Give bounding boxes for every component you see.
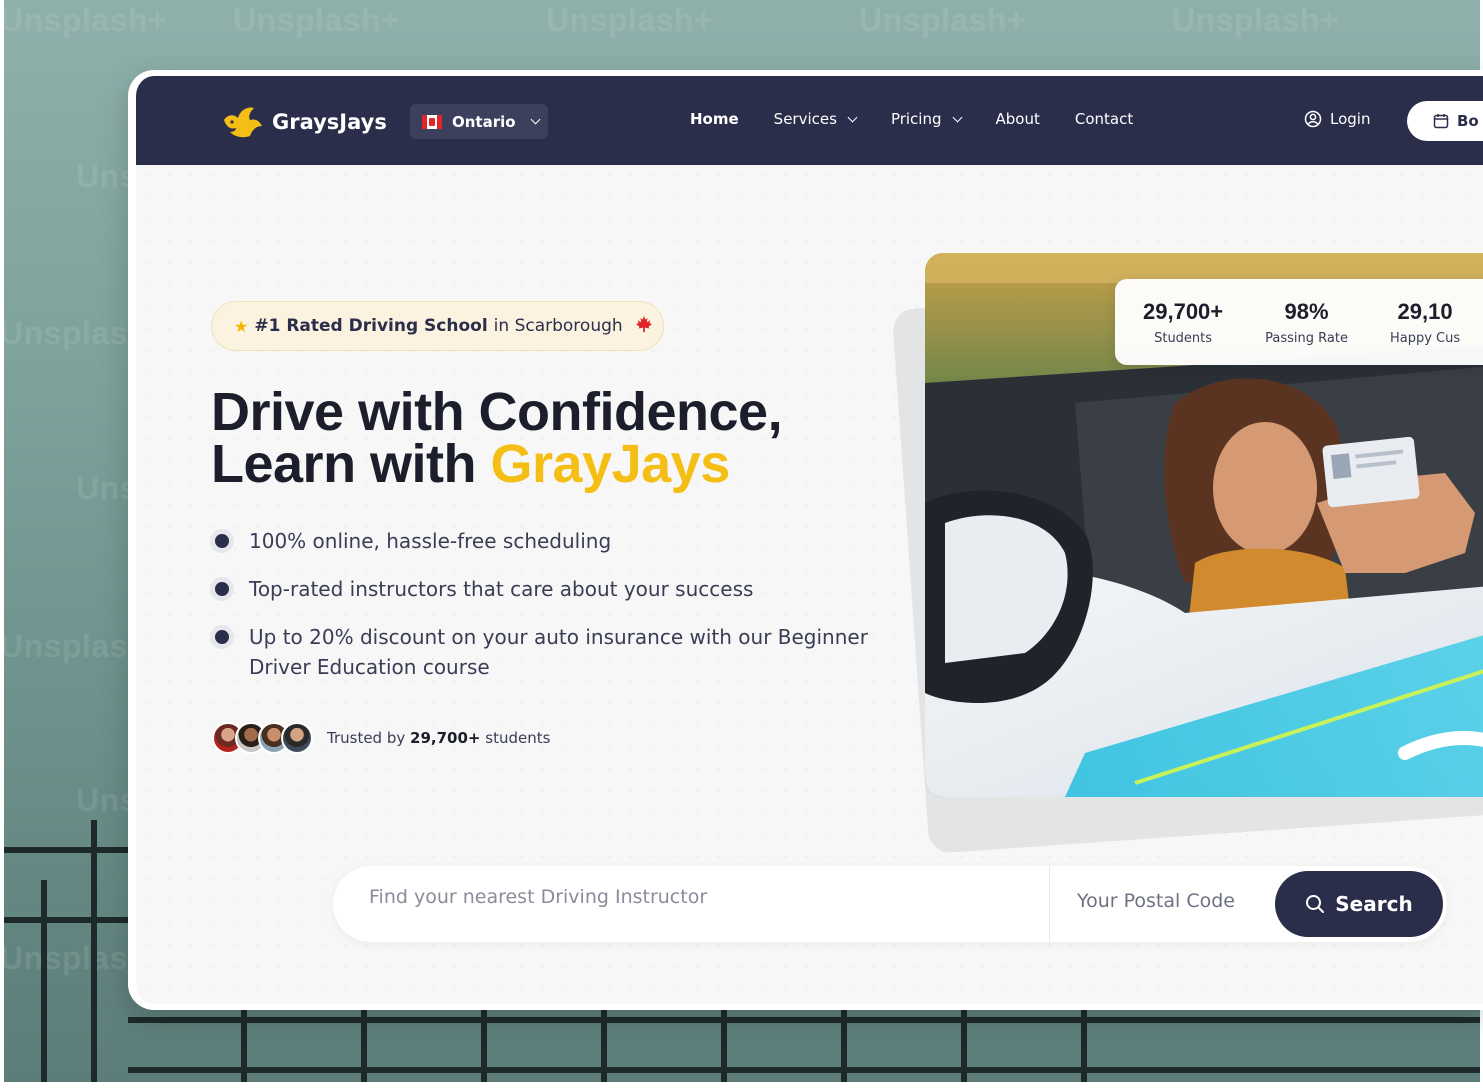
watermark-text: Unsplash+ — [1172, 2, 1340, 38]
stats-panel: 29,700+ Students 98% Passing Rate 29,10 … — [1115, 279, 1483, 365]
navbar: GraysJays Ontario Home Services Pricing … — [136, 76, 1483, 165]
stat-passing-rate: 98% Passing Rate — [1265, 299, 1348, 346]
trusted-count: 29,700+ — [410, 729, 481, 747]
trusted-by: Trusted by 29,700+ students — [212, 722, 550, 754]
stat-number: 29,700+ — [1143, 298, 1224, 324]
maple-leaf-icon — [635, 315, 653, 338]
book-button[interactable]: Bo — [1407, 101, 1483, 141]
nav-link-home[interactable]: Home — [690, 110, 739, 128]
region-dropdown[interactable]: Ontario — [410, 104, 548, 139]
trusted-prefix: Trusted by — [327, 729, 406, 747]
feature-item: Up to 20% discount on your auto insuranc… — [211, 622, 871, 682]
chevron-down-icon — [847, 112, 858, 122]
nav-link-label: Services — [773, 110, 837, 128]
stat-number: 29,10 — [1397, 298, 1453, 324]
logo-text: GraysJays — [272, 110, 387, 134]
watermark-text: Unsplash+ — [233, 2, 401, 38]
stat-label: Happy Cus — [1389, 330, 1461, 346]
nav-link-contact[interactable]: Contact — [1075, 110, 1133, 128]
hero-title: Drive with Confidence, Learn with GrayJa… — [211, 382, 783, 491]
stat-label: Students — [1154, 330, 1213, 346]
feature-list: 100% online, hassle-free scheduling Top-… — [211, 526, 871, 700]
search-icon — [1306, 895, 1325, 913]
search-button[interactable]: Search — [1275, 871, 1443, 937]
stat-happy-customers: 29,10 Happy Cus — [1390, 299, 1460, 346]
star-icon: ★ — [234, 316, 249, 336]
chevron-down-icon — [530, 114, 541, 125]
feature-item: Top-rated instructors that care about yo… — [211, 574, 871, 604]
rating-badge: ★ #1 Rated Driving School in Scarborough — [211, 301, 664, 351]
logo[interactable]: GraysJays — [220, 102, 387, 142]
badge-bold-text: #1 Rated Driving School — [254, 316, 488, 336]
search-divider — [1049, 866, 1050, 942]
stat-students: 29,700+ Students — [1143, 299, 1223, 346]
chevron-down-icon — [952, 112, 962, 122]
nav-link-label: Pricing — [890, 110, 942, 128]
stat-label: Passing Rate — [1265, 330, 1348, 346]
book-label: Bo — [1457, 112, 1479, 130]
hero-title-accent: GrayJays — [490, 434, 731, 494]
watermark-text: Unsplash+ — [4, 2, 168, 38]
postal-code-input[interactable]: Your Postal Code — [1077, 890, 1235, 912]
search-button-label: Search — [1335, 892, 1413, 916]
nav-links: Home Services Pricing About Contact — [690, 110, 1168, 128]
watermark-text: Unsplash+ — [859, 2, 1027, 38]
user-circle-icon — [1304, 110, 1322, 128]
trusted-suffix: students — [485, 729, 551, 747]
hero-title-prefix: Learn with — [211, 434, 491, 494]
hero-title-line2: Learn with GrayJays — [211, 437, 782, 491]
nav-link-pricing[interactable]: Pricing — [890, 110, 962, 128]
nav-link-services[interactable]: Services — [773, 110, 858, 128]
instructor-search-bar: Find your nearest Driving Instructor You… — [333, 866, 1447, 942]
login-label: Login — [1330, 110, 1371, 128]
badge-text: in Scarborough — [493, 316, 623, 336]
canada-flag-icon — [422, 114, 442, 129]
trusted-text: Trusted by 29,700+ students — [327, 729, 550, 747]
website-card: GraysJays Ontario Home Services Pricing … — [128, 70, 1483, 1010]
avatar-group — [212, 722, 313, 754]
stat-number: 98% — [1284, 298, 1329, 324]
bird-logo-icon — [224, 107, 262, 138]
login-link[interactable]: Login — [1304, 110, 1370, 128]
feature-item: 100% online, hassle-free scheduling — [211, 526, 871, 556]
avatar — [281, 722, 313, 754]
hero-title-line1: Drive with Confidence, — [211, 382, 783, 442]
watermark-text: Unsplash+ — [546, 2, 714, 38]
calendar-icon — [1433, 114, 1449, 129]
nav-link-about[interactable]: About — [996, 110, 1040, 128]
search-input[interactable]: Find your nearest Driving Instructor — [369, 886, 707, 908]
region-label: Ontario — [452, 112, 516, 131]
